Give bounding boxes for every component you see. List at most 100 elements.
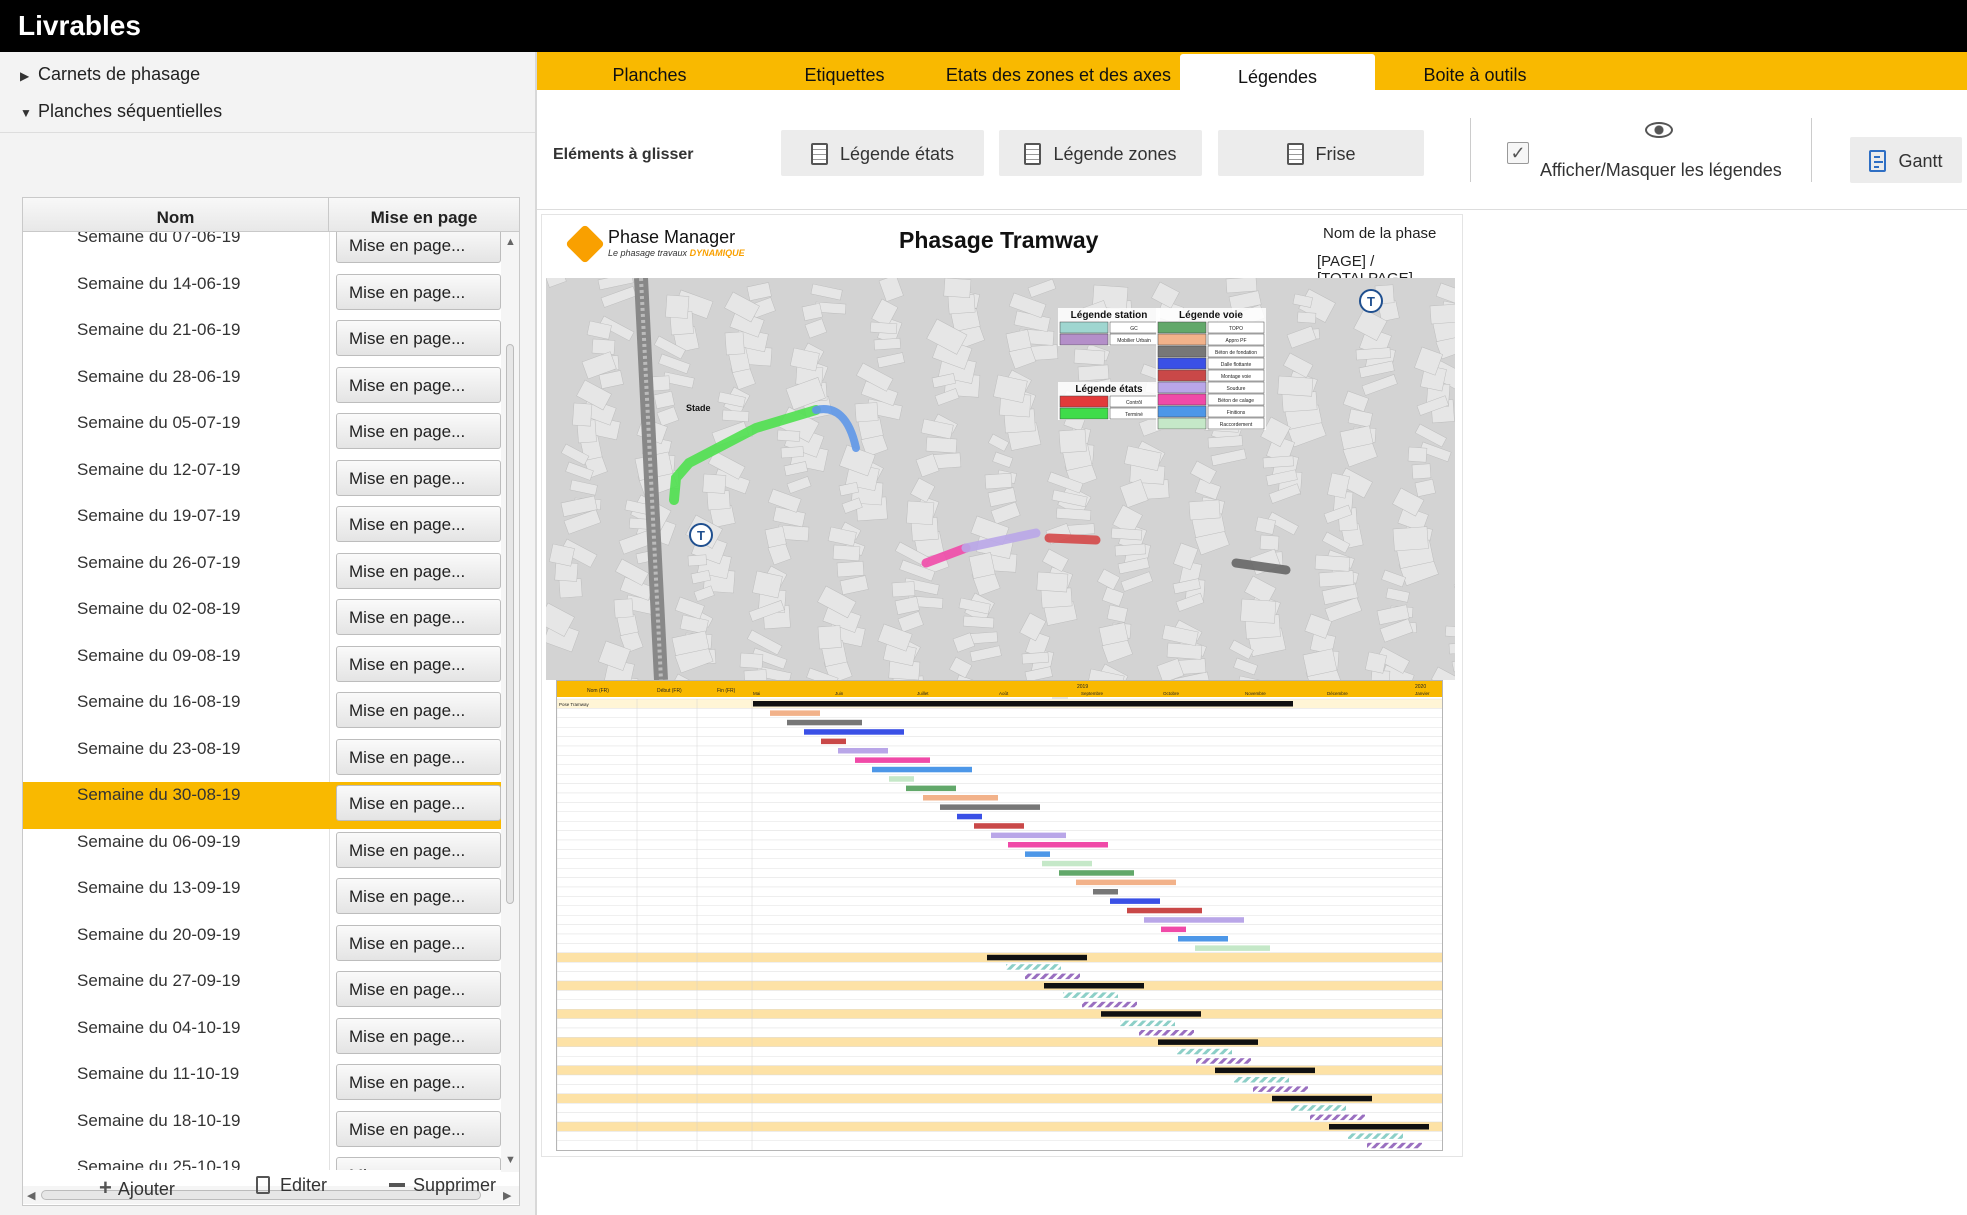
layout-button[interactable]: Mise en page... (336, 645, 501, 682)
row-name: Semaine du 26-07-19 (77, 552, 241, 572)
layout-button[interactable]: Mise en page (336, 1157, 501, 1170)
table-row[interactable]: Semaine du 21-06-19 Mise en page... (23, 317, 501, 364)
scroll-right-icon[interactable]: ▶ (503, 1189, 511, 1202)
vertical-scrollbar[interactable]: ▲ ▼ (501, 232, 519, 1172)
layout-button[interactable]: Mise en page... (336, 692, 501, 728)
add-label: Ajouter (117, 1179, 175, 1199)
table-row[interactable]: Semaine du 04-10-19 Mise en page... (23, 1015, 501, 1062)
gantt-button[interactable]: Gantt (1850, 137, 1962, 183)
row-name: Semaine du 27-09-19 (77, 971, 241, 990)
tree-item-label: Planches séquentielles (38, 101, 223, 121)
layout-button[interactable]: Mise en page... (336, 785, 501, 821)
tab-légendes[interactable]: Légendes (1180, 54, 1375, 92)
svg-text:Juin: Juin (835, 691, 844, 696)
table-row[interactable]: Semaine du 14-06-19 Mise en page... (23, 271, 501, 318)
row-name: Semaine du 11-10-19 (77, 1064, 240, 1083)
table-row[interactable]: Semaine du 28-06-19 Mise en page... (23, 364, 501, 411)
table-row[interactable]: Semaine du 19-07-19 Mise en page... (23, 503, 501, 550)
layout-button[interactable]: Mise en page... (336, 459, 501, 496)
layout-button[interactable]: Mise en page... (336, 506, 501, 542)
table-row[interactable]: Semaine du 16-08-19 Mise en page... (23, 689, 501, 736)
layout-button[interactable]: Mise en page... (336, 738, 501, 775)
layout-button[interactable]: Mise en page... (336, 413, 501, 449)
map-svg: T T Stade Légende station GC Mobilier Urbain L… (546, 278, 1455, 680)
planches-table: Nom Mise en page Semaine du 07-06-19 Mise… (22, 197, 520, 1206)
table-row[interactable]: Semaine du 06-09-19 Mise en page... (23, 829, 501, 876)
table-row[interactable]: Semaine du 09-08-19 Mise en page... (23, 643, 501, 690)
edit-button[interactable]: Editer (256, 1175, 327, 1196)
layout-button[interactable]: Mise en page... (336, 599, 501, 635)
layout-button[interactable]: Mise en page... (336, 552, 501, 589)
row-name: Semaine du 09-08-19 (77, 645, 241, 665)
table-row[interactable]: Semaine du 05-07-19 Mise en page... (23, 410, 501, 457)
table-row[interactable]: Semaine du 20-09-19 Mise en page... (23, 922, 501, 969)
window-title: Livrables (0, 0, 1967, 52)
tree-item-planches[interactable]: ▼ Planches séquentielles (20, 101, 222, 122)
toggle-legends-label[interactable]: Afficher/Masquer les légendes (1540, 160, 1782, 181)
phase-manager-logo-icon (565, 224, 605, 264)
table-row[interactable]: Semaine du 11-10-19 Mise en page... (23, 1061, 501, 1108)
eye-icon[interactable] (1645, 122, 1673, 138)
svg-text:Décembre: Décembre (1327, 691, 1348, 696)
svg-text:Mai: Mai (753, 691, 760, 696)
svg-text:Stade: Stade (686, 403, 711, 413)
layout-button[interactable]: Mise en page... (336, 878, 501, 914)
gantt-chart[interactable]: Nom (FR) Début (FR) Fin (FR) 2019 2020 Mai Jui… (556, 680, 1443, 1151)
table-row[interactable]: Semaine du 30-08-19 Mise en page... (23, 782, 501, 829)
sheet-title[interactable]: Phasage Tramway (899, 227, 1098, 254)
legends-checkbox[interactable]: ✓ (1507, 142, 1529, 164)
legend-states-button[interactable]: Légende états (781, 130, 984, 176)
layout-button[interactable]: Mise en page... (336, 831, 501, 868)
table-row[interactable]: Semaine du 02-08-19 Mise en page... (23, 596, 501, 643)
logo-tagline-accent: DYNAMIQUE (689, 248, 745, 258)
svg-text:Septembre: Septembre (1081, 691, 1104, 696)
map-view[interactable]: T T Stade Légende station GC Mobilier Urbain L… (546, 278, 1455, 680)
delete-button[interactable]: Supprimer (389, 1175, 496, 1196)
add-button[interactable]: + Ajouter (99, 1175, 175, 1201)
table-row[interactable]: Semaine du 25-10-19 Mise en page (23, 1154, 501, 1170)
layout-button[interactable]: Mise en page... (336, 366, 501, 403)
svg-text:GC: GC (1130, 326, 1138, 332)
table-row[interactable]: Semaine du 27-09-19 Mise en page... (23, 968, 501, 1015)
scroll-up-icon[interactable]: ▲ (505, 236, 516, 248)
layout-button[interactable]: Mise en page... (336, 1017, 501, 1054)
document-icon (810, 143, 828, 165)
layout-button[interactable]: Mise en page... (336, 924, 501, 961)
tab-boite-à-outils[interactable]: Boite à outils (1375, 52, 1575, 90)
scroll-down-icon[interactable]: ▼ (505, 1154, 516, 1166)
frieze-button[interactable]: Frise (1218, 130, 1424, 176)
caret-right-icon[interactable]: ▶ (20, 69, 38, 83)
row-name: Semaine du 28-06-19 (77, 366, 241, 386)
tree-item-carnets[interactable]: ▶ Carnets de phasage (20, 64, 200, 85)
column-header-mise[interactable]: Mise en page (329, 198, 519, 232)
tab-planches[interactable]: Planches (547, 52, 752, 90)
layout-button[interactable]: Mise en page... (336, 273, 501, 310)
phase-name-label[interactable]: Nom de la phase (1323, 225, 1436, 242)
layout-button[interactable]: Mise en page... (336, 971, 501, 1007)
legend-states-label: Légende états (839, 144, 955, 164)
svg-text:Légende voie: Légende voie (1179, 310, 1243, 321)
row-name: Semaine du 19-07-19 (77, 506, 241, 525)
legend-zones-button[interactable]: Légende zones (999, 130, 1202, 176)
table-row[interactable]: Semaine du 23-08-19 Mise en page... (23, 736, 501, 783)
layout-button[interactable]: Mise en page... (336, 320, 501, 356)
table-row[interactable]: Semaine du 18-10-19 Mise en page... (23, 1108, 501, 1155)
tab-etats-des-zones-et-des-axes[interactable]: Etats des zones et des axes (937, 52, 1180, 90)
scroll-left-icon[interactable]: ◀ (27, 1189, 35, 1202)
tab-etiquettes[interactable]: Etiquettes (752, 52, 937, 90)
caret-down-icon[interactable]: ▼ (20, 106, 38, 120)
layout-button[interactable]: Mise en page... (336, 1110, 501, 1147)
svg-text:Octobre: Octobre (1163, 691, 1180, 696)
table-row[interactable]: Semaine du 12-07-19 Mise en page... (23, 457, 501, 504)
svg-text:Janvier: Janvier (1415, 691, 1430, 696)
table-row[interactable]: Semaine du 07-06-19 Mise en page... (23, 232, 501, 271)
scroll-thumb[interactable] (506, 344, 514, 904)
column-header-nom[interactable]: Nom (23, 198, 329, 232)
layout-button[interactable]: Mise en page... (336, 1064, 501, 1100)
table-row[interactable]: Semaine du 26-07-19 Mise en page... (23, 550, 501, 597)
row-name: Semaine du 21-06-19 (77, 320, 241, 339)
svg-text:TOPO: TOPO (1229, 326, 1243, 332)
layout-button[interactable]: Mise en page... (336, 232, 501, 263)
table-row[interactable]: Semaine du 13-09-19 Mise en page... (23, 875, 501, 922)
row-name: Semaine du 12-07-19 (77, 459, 241, 479)
